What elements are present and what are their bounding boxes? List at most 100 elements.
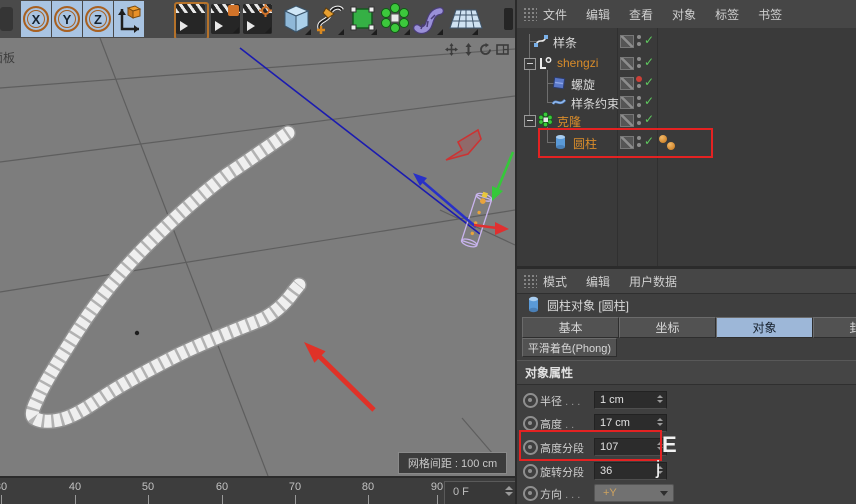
menu-user-data[interactable]: 用户数据 — [629, 273, 677, 290]
rope-body — [32, 133, 299, 421]
layer-square[interactable] — [620, 35, 634, 48]
tab-object[interactable]: 对象 — [716, 317, 813, 338]
rotate-icon[interactable] — [479, 43, 492, 56]
panel-grip-icon[interactable] — [523, 274, 537, 288]
menu-bookmarks[interactable]: 书签 — [758, 6, 782, 23]
tree-label[interactable]: 样条 — [553, 34, 577, 51]
orientation-dropdown[interactable]: +Y — [594, 484, 674, 502]
enabled-check[interactable]: ✓ — [644, 55, 654, 69]
editor-visibility-dot[interactable] — [637, 114, 641, 118]
render-view-button[interactable] — [176, 4, 205, 34]
timeline-ruler[interactable]: 30 40 50 60 70 80 90 0 F — [0, 476, 515, 504]
field-stepper[interactable] — [657, 395, 663, 403]
y-axis-arrow[interactable] — [496, 152, 513, 193]
render-visibility-dot[interactable] — [637, 84, 641, 88]
spline-pen-button[interactable] — [314, 2, 345, 36]
cylinder-row-highlight — [538, 128, 713, 158]
menu-mode[interactable]: 模式 — [543, 273, 567, 290]
rope-twist-texture — [32, 133, 299, 421]
tree-row-twist[interactable]: 螺旋 ✓ — [517, 74, 856, 93]
keyframe-circle[interactable] — [523, 393, 538, 408]
enabled-check[interactable]: ✓ — [644, 94, 654, 108]
x-axis-lock-button[interactable]: X — [21, 1, 51, 37]
enabled-check[interactable]: ✓ — [644, 112, 654, 126]
render-visibility-dot[interactable] — [637, 64, 641, 68]
z-axis-lock-button[interactable]: Z — [83, 1, 113, 37]
enabled-check[interactable]: ✓ — [644, 75, 654, 89]
y-axis-lock-button[interactable]: Y — [52, 1, 82, 37]
render-to-picture-viewer-button[interactable] — [211, 4, 240, 34]
panel-grip-icon[interactable] — [523, 7, 537, 21]
layer-square[interactable] — [620, 114, 634, 127]
attribute-title: 圆柱对象 [圆柱] — [547, 297, 629, 314]
tab-caps[interactable]: 封顶 — [813, 317, 856, 338]
property-label: 方向 . . . — [540, 486, 580, 502]
render-visibility-dot[interactable] — [637, 103, 641, 107]
zoom-icon[interactable] — [462, 43, 475, 56]
viewport-panel-menu[interactable]: 面板 — [0, 49, 15, 66]
render-visibility-dot[interactable] — [637, 121, 641, 125]
red-arrow-annotation — [304, 342, 376, 412]
height-segments-highlight — [519, 430, 662, 461]
viewport-3d[interactable]: 面板 网格间距 : 100 cm — [0, 38, 515, 476]
tree-row-spline[interactable]: 样条 ✓ — [517, 32, 856, 51]
twist-deformer-icon — [552, 76, 566, 90]
editor-visibility-dot[interactable] — [637, 57, 641, 61]
keyframe-circle[interactable] — [523, 416, 538, 431]
layer-square[interactable] — [620, 96, 634, 109]
tab-basic[interactable]: 基本 — [522, 317, 619, 338]
keyframe-circle[interactable] — [523, 464, 538, 479]
menu-tags[interactable]: 标签 — [715, 6, 739, 23]
origin-dot — [135, 331, 139, 335]
menu-edit[interactable]: 编辑 — [586, 6, 610, 23]
editor-visibility-dot-red[interactable] — [636, 76, 642, 82]
property-label: 半径 . . . — [540, 393, 580, 409]
tree-row-spline-constraint[interactable]: 样条约束 ✓ — [517, 93, 856, 112]
property-label: 旋转分段 — [540, 464, 584, 480]
collapse-toggle[interactable] — [524, 115, 536, 127]
dropdown-corner — [305, 29, 311, 35]
grid-spacing-label: 网格间距 : 100 cm — [398, 452, 507, 474]
keyframe-circle[interactable] — [523, 486, 538, 501]
current-frame-field[interactable]: 0 F — [444, 481, 518, 504]
menu-objects[interactable]: 对象 — [672, 6, 696, 23]
coordinate-system-button[interactable] — [114, 1, 144, 37]
rotation-segments-value: 36 — [600, 465, 612, 477]
tree-label[interactable]: 螺旋 — [571, 76, 595, 93]
menu-view[interactable]: 查看 — [629, 6, 653, 23]
tree-row-shengzi[interactable]: shengzi ✓ — [517, 54, 856, 73]
tree-label[interactable]: 样条约束 — [571, 95, 619, 112]
render-settings-button[interactable] — [243, 4, 272, 34]
editor-visibility-dot[interactable] — [637, 35, 641, 39]
y-axis-icon: Y — [54, 6, 80, 32]
object-tree: 样条 ✓ shengzi ✓ — [517, 28, 856, 266]
deformer-button[interactable] — [413, 2, 444, 36]
tree-label[interactable]: shengzi — [557, 56, 598, 70]
viewport-nav-icons — [445, 43, 509, 56]
layer-square[interactable] — [620, 77, 634, 90]
radius-field[interactable]: 1 cm — [594, 391, 667, 409]
floor-button[interactable] — [448, 2, 479, 36]
menu-file[interactable]: 文件 — [543, 6, 567, 23]
x-axis-arrowhead — [495, 222, 509, 235]
add-primitive-button[interactable] — [281, 2, 312, 36]
orientation-value: +Y — [603, 487, 617, 499]
enabled-check[interactable]: ✓ — [644, 33, 654, 47]
mograph-cloner-button[interactable] — [380, 2, 411, 36]
menu-am-edit[interactable]: 编辑 — [586, 273, 610, 290]
dropdown-corner — [265, 27, 271, 33]
field-stepper[interactable] — [657, 418, 663, 426]
maximize-icon[interactable] — [496, 43, 509, 56]
tab-coordinates[interactable]: 坐标 — [619, 317, 716, 338]
render-visibility-dot[interactable] — [637, 42, 641, 46]
viewport-canvas — [0, 38, 515, 476]
frame-stepper[interactable] — [505, 486, 513, 496]
pan-icon[interactable] — [445, 43, 458, 56]
rope-object[interactable] — [32, 133, 299, 421]
subdivision-surface-button[interactable] — [347, 2, 378, 36]
floor-icon — [448, 2, 484, 36]
collapse-toggle[interactable] — [524, 58, 536, 70]
layer-square[interactable] — [620, 57, 634, 70]
tab-phong[interactable]: 平滑着色(Phong) — [522, 338, 617, 357]
editor-visibility-dot[interactable] — [637, 96, 641, 100]
